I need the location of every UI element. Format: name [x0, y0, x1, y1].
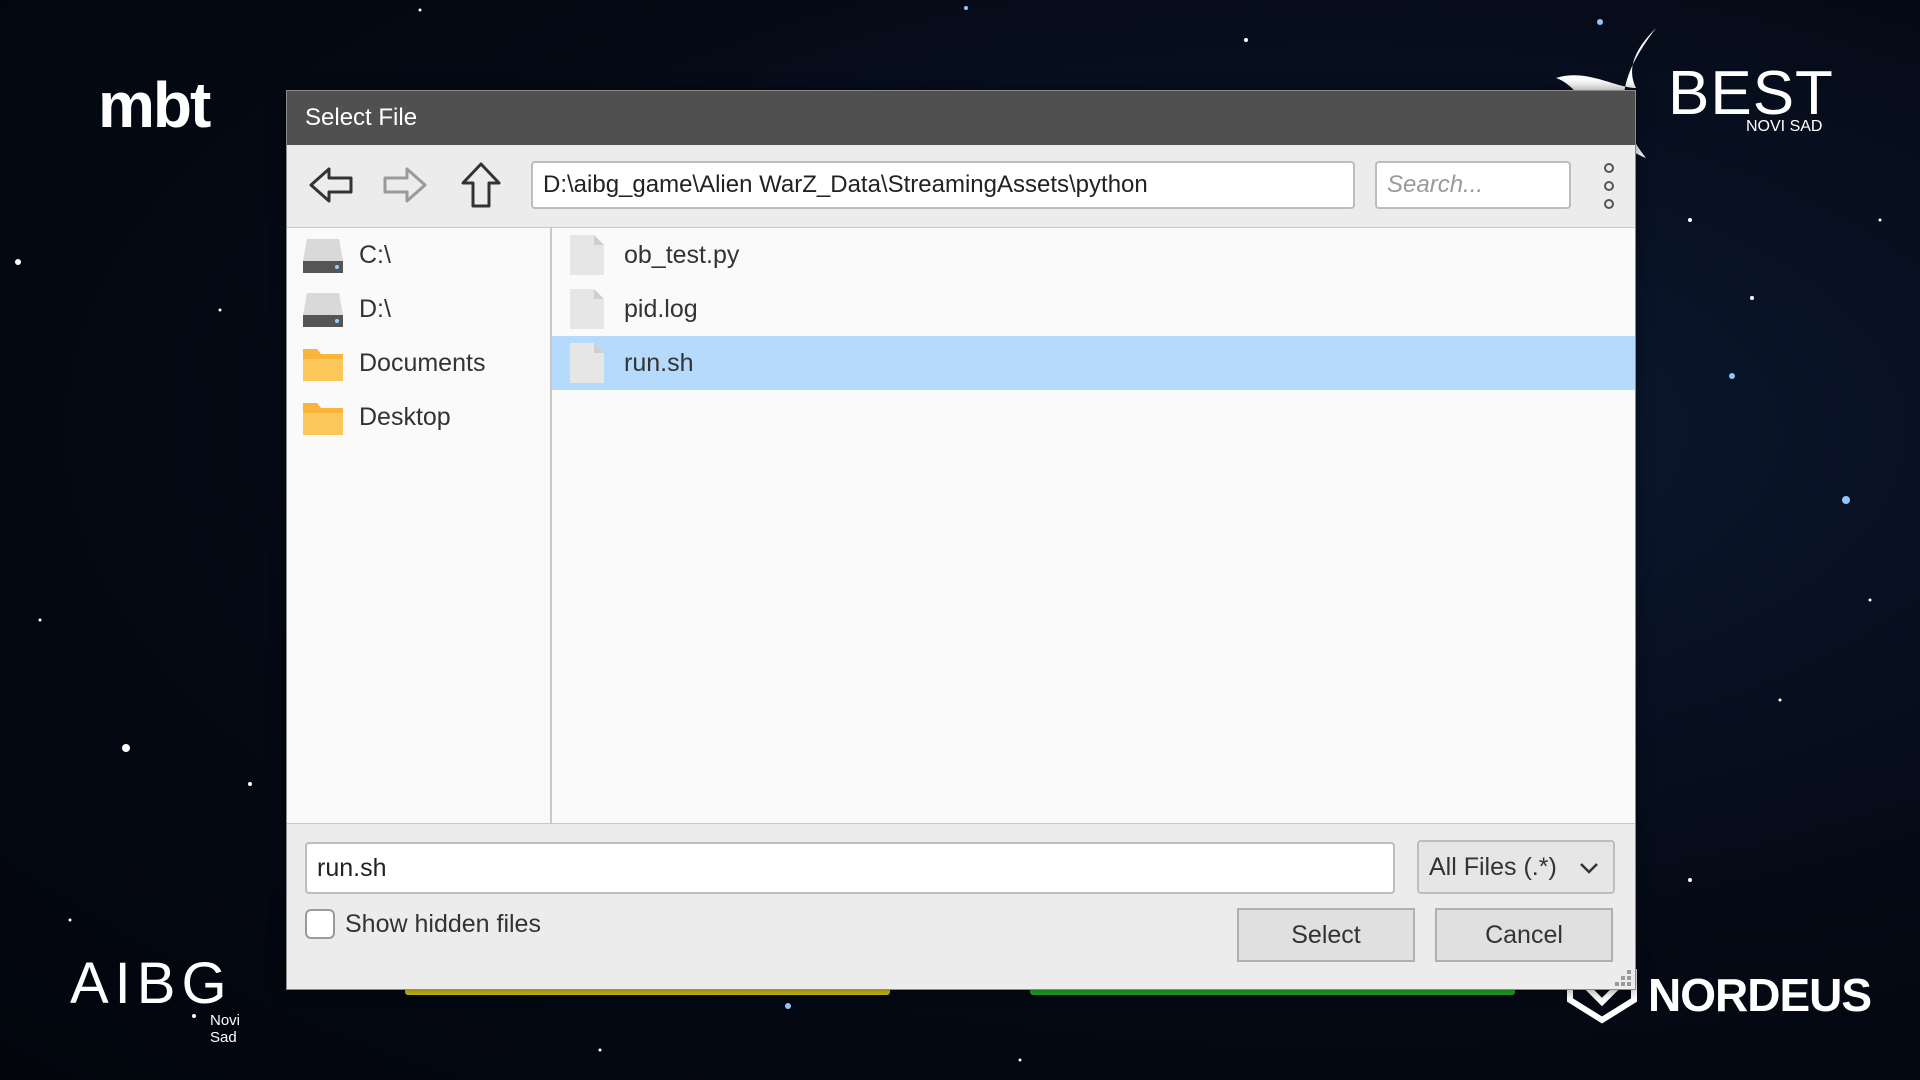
more-options-button[interactable] — [1597, 163, 1621, 209]
sidebar-item-label: Documents — [359, 348, 486, 377]
sidebar-item-c-drive[interactable]: C:\ — [287, 228, 550, 282]
sidebar-item-documents[interactable]: Documents — [287, 336, 550, 390]
search-input[interactable] — [1375, 161, 1571, 209]
dialog-title: Select File — [305, 104, 418, 131]
file-type-selected: All Files (.*) — [1429, 852, 1557, 881]
show-hidden-files-option: Show hidden files — [305, 909, 541, 939]
up-button[interactable] — [455, 162, 507, 208]
file-name: pid.log — [624, 294, 698, 323]
file-name: run.sh — [624, 348, 694, 377]
arrow-up-icon — [461, 162, 501, 208]
sidebar: C:\ D:\ Documents Desktop — [287, 227, 552, 823]
aibg-logo-subtext: Novi Sad — [210, 1012, 241, 1046]
sidebar-item-label: C:\ — [359, 240, 391, 269]
more-vertical-icon — [1604, 163, 1614, 173]
resize-grip-icon[interactable] — [1611, 966, 1633, 988]
aibg-logo: AIBG Novi Sad — [70, 950, 240, 1046]
filename-input[interactable] — [305, 842, 1395, 894]
sidebar-item-label: D:\ — [359, 294, 391, 323]
arrow-left-icon — [309, 167, 353, 203]
chevron-down-icon — [1580, 863, 1598, 874]
file-icon — [570, 235, 604, 275]
dialog-toolbar: D:\aibg_game\Alien WarZ_Data\StreamingAs… — [287, 145, 1635, 227]
folder-icon — [303, 349, 343, 381]
drive-icon — [303, 293, 343, 327]
mbt-logo: mbt — [98, 68, 211, 142]
file-icon — [570, 289, 604, 329]
file-row-run-sh[interactable]: run.sh — [552, 336, 1635, 390]
back-button[interactable] — [305, 163, 357, 207]
file-type-select[interactable]: All Files (.*) — [1417, 840, 1615, 894]
best-logo-subtext: NOVI SAD — [1746, 118, 1823, 135]
select-file-dialog: Select File D:\aibg_game\Alien WarZ_Data… — [286, 90, 1636, 990]
mbt-logo-text: mbt — [98, 69, 211, 141]
file-row-pid-log[interactable]: pid.log — [552, 282, 1635, 336]
dialog-titlebar[interactable]: Select File — [287, 91, 1635, 145]
sidebar-item-d-drive[interactable]: D:\ — [287, 282, 550, 336]
sidebar-item-label: Desktop — [359, 402, 451, 431]
forward-button[interactable] — [379, 163, 431, 207]
folder-icon — [303, 403, 343, 435]
drive-icon — [303, 239, 343, 273]
aibg-logo-text: AIBG — [70, 951, 233, 1016]
show-hidden-files-label: Show hidden files — [345, 909, 541, 938]
show-hidden-files-checkbox[interactable] — [305, 909, 335, 939]
nordeus-logo-text: NORDEUS — [1648, 969, 1872, 1021]
file-name: ob_test.py — [624, 240, 740, 269]
path-field[interactable]: D:\aibg_game\Alien WarZ_Data\StreamingAs… — [531, 161, 1355, 209]
arrow-right-icon — [383, 167, 427, 203]
sidebar-item-desktop[interactable]: Desktop — [287, 390, 550, 444]
cancel-button[interactable]: Cancel — [1435, 908, 1613, 962]
file-row-ob-test[interactable]: ob_test.py — [552, 228, 1635, 282]
dialog-footer: All Files (.*) Show hidden files Select … — [287, 823, 1635, 990]
select-button[interactable]: Select — [1237, 908, 1415, 962]
file-list: ob_test.py pid.log run.sh — [552, 227, 1635, 823]
file-icon — [570, 343, 604, 383]
